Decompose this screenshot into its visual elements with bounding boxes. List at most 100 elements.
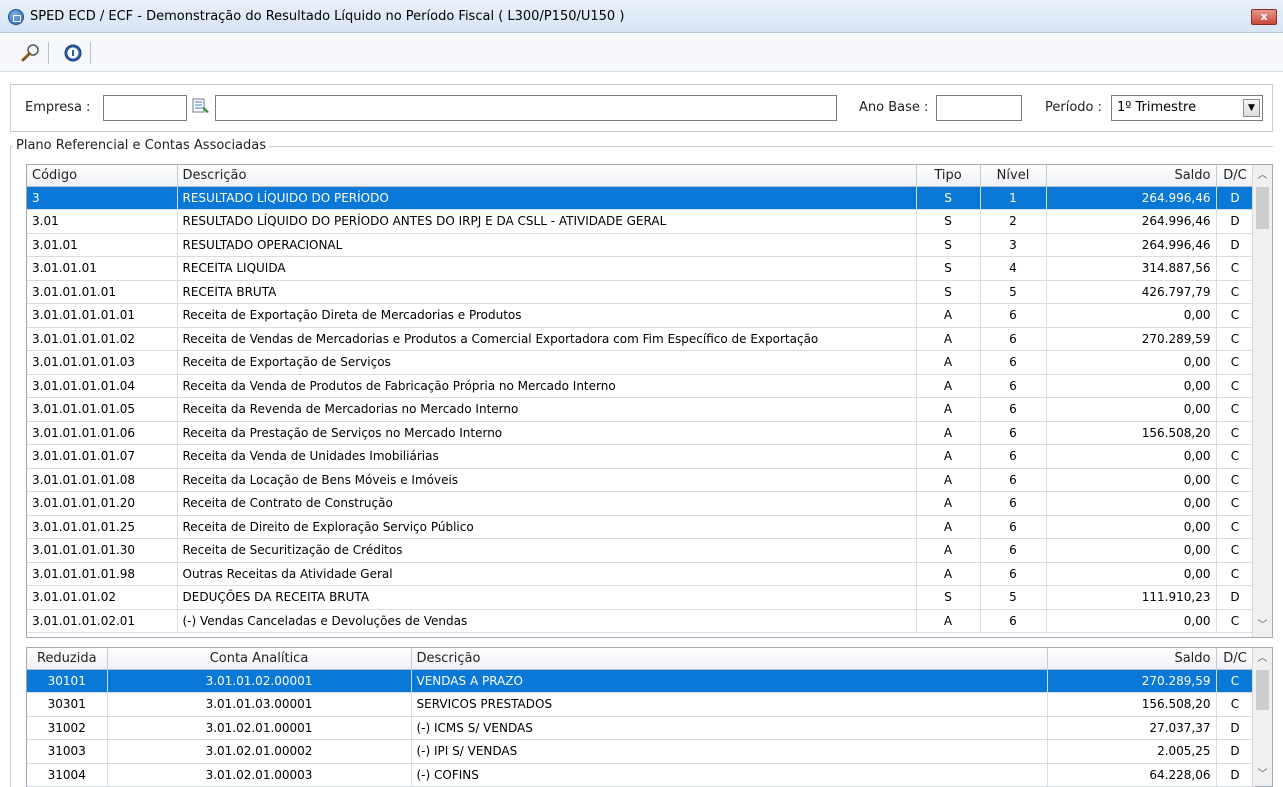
table-row[interactable]: 3.01.01.01.01.04 Receita da Venda de Prod… xyxy=(27,374,1255,398)
table-row[interactable]: 3.01.01.01.01.08 Receita da Locação de Be… xyxy=(27,468,1255,492)
table-cell: 31004 xyxy=(27,763,108,787)
table-cell: S xyxy=(916,209,981,234)
table-cell: 6 xyxy=(980,468,1047,492)
table-cell: D xyxy=(1216,233,1255,257)
table-cell: 3.01.01.01.01.30 xyxy=(27,538,178,563)
scroll-thumb[interactable] xyxy=(1256,187,1269,229)
table-cell: 3.01.02.01.00003 xyxy=(107,763,412,787)
table-row[interactable]: 3.01.01.01.01.02 Receita de Vendas de Mer… xyxy=(27,327,1255,351)
table-cell: (-) Vendas Canceladas e Devoluções de Ve… xyxy=(177,609,917,633)
table-cell: C xyxy=(1216,491,1255,516)
table-cell: 270.289,59 xyxy=(1047,669,1217,693)
column-header[interactable]: Nível xyxy=(980,165,1047,187)
info-button[interactable] xyxy=(62,42,84,64)
column-header[interactable]: D/C xyxy=(1216,648,1255,670)
table-cell: 5 xyxy=(980,585,1047,610)
table-cell: 264.996,46 xyxy=(1046,186,1217,210)
table-cell: S xyxy=(916,256,981,281)
table-cell: 6 xyxy=(980,562,1047,586)
lookup-button[interactable] xyxy=(192,98,210,114)
table-cell: Receita de Exportação Direta de Mercador… xyxy=(177,303,917,328)
table-row[interactable]: 3.01.01.01.01.30 Receita de Securitização… xyxy=(27,538,1255,563)
table-row[interactable]: 3.01.01.01.02 DEDUÇÕES DA RECEITA BRUTA S 5… xyxy=(27,585,1255,610)
scroll-thumb[interactable] xyxy=(1256,670,1269,710)
table-cell: 3 xyxy=(980,233,1047,257)
ano-base-input[interactable] xyxy=(936,95,1022,121)
table-row[interactable]: 3.01.01.01.01.25 Receita de Direito de Ex… xyxy=(27,515,1255,539)
table-row[interactable]: 3.01.01.01.01 RECEITA BRUTA S 5 426.797,79 C xyxy=(27,280,1255,304)
plano-referencial-grid: Código Descrição Tipo Nível Saldo D/C 3 RESULT… xyxy=(26,164,1273,638)
table-cell: D xyxy=(1216,209,1255,234)
column-header[interactable]: Tipo xyxy=(916,165,981,187)
table-cell: 31003 xyxy=(27,739,108,764)
search-button[interactable] xyxy=(20,42,42,64)
scroll-up-icon[interactable]: ︿ xyxy=(1253,167,1272,185)
scroll-down-icon[interactable]: ﹀ xyxy=(1253,617,1272,635)
table-cell: S xyxy=(916,280,981,304)
table-cell: Receita da Venda de Unidades Imobiliária… xyxy=(177,444,917,469)
table-cell: 3.01.01.01.01.04 xyxy=(27,374,178,398)
table-row[interactable]: 3.01.01.01.01.03 Receita de Exportação de… xyxy=(27,350,1255,375)
table-cell: 6 xyxy=(980,397,1047,422)
table-cell: 0,00 xyxy=(1046,444,1217,469)
table-cell: C xyxy=(1216,444,1255,469)
scroll-down-icon[interactable]: ﹀ xyxy=(1253,766,1272,784)
vertical-scrollbar[interactable]: ︿ ﹀ xyxy=(1252,165,1272,637)
table-cell: (-) ICMS S/ VENDAS xyxy=(411,716,1048,740)
close-button[interactable]: x xyxy=(1251,9,1277,25)
table-row[interactable]: 3.01.01.01.01.20 Receita de Contrato de C… xyxy=(27,491,1255,516)
empresa-name-input[interactable] xyxy=(215,95,837,121)
periodo-value: 1º Trimestre xyxy=(1117,100,1197,115)
table-cell: A xyxy=(916,609,981,633)
contas-associadas-table: Reduzida Conta Analítica Descrição Saldo D/C… xyxy=(27,648,1255,787)
table-cell: DEDUÇÕES DA RECEITA BRUTA xyxy=(177,585,917,610)
table-row[interactable]: 3.01.01.01.01.07 Receita da Venda de Unid… xyxy=(27,444,1255,469)
table-cell: C xyxy=(1216,350,1255,375)
empresa-code-input[interactable] xyxy=(103,95,187,121)
table-cell: D xyxy=(1216,585,1255,610)
table-cell: Receita de Vendas de Mercadorias e Produ… xyxy=(177,327,917,351)
column-header[interactable]: Saldo xyxy=(1047,648,1217,670)
column-header[interactable]: Reduzida xyxy=(27,648,108,670)
table-row[interactable]: 30301 3.01.01.03.00001 SERVICOS PRESTADOS 1… xyxy=(27,692,1255,717)
table-row[interactable]: 3 RESULTADO LÍQUIDO DO PERÍODO S 1 264.996,4… xyxy=(27,186,1255,210)
column-header[interactable]: Conta Analítica xyxy=(107,648,412,670)
table-cell: 27.037,37 xyxy=(1047,716,1217,740)
table-cell: 0,00 xyxy=(1046,515,1217,539)
column-header[interactable]: Descrição xyxy=(177,165,917,187)
column-header[interactable]: Descrição xyxy=(411,648,1048,670)
table-row[interactable]: 3.01 RESULTADO LÍQUIDO DO PERÍODO ANTES D… xyxy=(27,209,1255,234)
table-cell: 4 xyxy=(980,256,1047,281)
column-header[interactable]: D/C xyxy=(1216,165,1255,187)
column-header[interactable]: Saldo xyxy=(1046,165,1217,187)
table-row[interactable]: 3.01.01.01.01.98 Outras Receitas da Ativi… xyxy=(27,562,1255,586)
table-row[interactable]: 30101 3.01.01.02.00001 VENDAS A PRAZO 270.2… xyxy=(27,669,1255,693)
table-cell: S xyxy=(916,186,981,210)
table-cell: (-) IPI S/ VENDAS xyxy=(411,739,1048,764)
chevron-down-icon[interactable]: ▼ xyxy=(1243,99,1260,117)
table-row[interactable]: 31004 3.01.02.01.00003 (-) COFINS 64.228,06… xyxy=(27,763,1255,787)
table-cell: 3.01.01.01.01.25 xyxy=(27,515,178,539)
table-cell: 111.910,23 xyxy=(1046,585,1217,610)
table-row[interactable]: 3.01.01.01.01.06 Receita da Prestação de … xyxy=(27,421,1255,445)
table-cell: 3.01.01.01.01.06 xyxy=(27,421,178,445)
table-cell: 3.01.01.01.01.02 xyxy=(27,327,178,351)
table-row[interactable]: 3.01.01.01.01.05 Receita da Revenda de Me… xyxy=(27,397,1255,422)
table-cell: C xyxy=(1216,538,1255,563)
vertical-scrollbar[interactable]: ︿ ﹀ xyxy=(1252,648,1272,786)
table-cell: 2 xyxy=(980,209,1047,234)
table-row[interactable]: 31002 3.01.02.01.00001 (-) ICMS S/ VENDAS 2… xyxy=(27,716,1255,740)
table-cell: A xyxy=(916,374,981,398)
table-row[interactable]: 3.01.01.01.01.01 Receita de Exportação Di… xyxy=(27,303,1255,328)
table-row[interactable]: 3.01.01 RESULTADO OPERACIONAL S 3 264.996,46… xyxy=(27,233,1255,257)
table-row[interactable]: 3.01.01.01.02.01 (-) Vendas Canceladas e … xyxy=(27,609,1255,633)
table-row[interactable]: 31003 3.01.02.01.00002 (-) IPI S/ VENDAS 2.… xyxy=(27,739,1255,764)
column-header[interactable]: Código xyxy=(27,165,178,187)
table-row[interactable]: 3.01.01.01 RECEITA LIQUIDA S 4 314.887,56 C xyxy=(27,256,1255,281)
periodo-select[interactable]: 1º Trimestre ▼ xyxy=(1111,95,1263,121)
table-cell: 3.01.02.01.00001 xyxy=(107,716,412,740)
table-cell: 5 xyxy=(980,280,1047,304)
table-cell: 3.01 xyxy=(27,209,178,234)
scroll-up-icon[interactable]: ︿ xyxy=(1253,650,1272,668)
table-cell: D xyxy=(1216,763,1255,787)
